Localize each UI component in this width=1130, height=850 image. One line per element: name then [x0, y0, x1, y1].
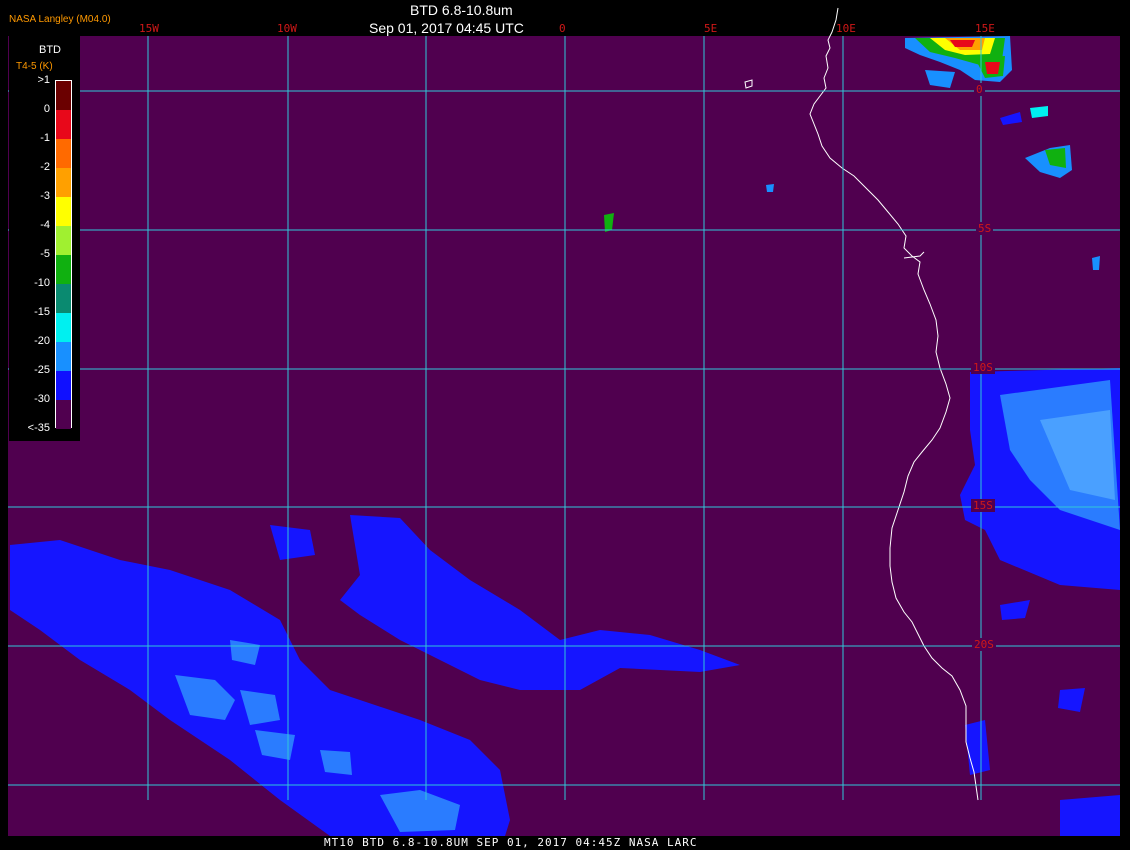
lon-label-10w: 10W — [277, 22, 297, 35]
lat-label-10s: 10S — [971, 361, 995, 374]
legend-swatch — [56, 255, 71, 284]
legend-colorbar — [55, 80, 72, 429]
legend-swatch — [56, 313, 71, 342]
legend-tick-label: -25 — [34, 364, 50, 376]
legend-swatch — [56, 371, 71, 400]
legend-tick-label: -4 — [40, 219, 50, 231]
lon-label-0: 0 — [559, 22, 566, 35]
lat-label-5s: 5S — [976, 222, 994, 235]
footer-caption: MT10 BTD 6.8-10.8UM SEP 01, 2017 04:45Z … — [324, 836, 698, 849]
legend-swatch — [56, 400, 71, 429]
legend-swatch — [56, 81, 71, 110]
legend-tick-label: -30 — [34, 393, 50, 405]
legend-tick-label: <-35 — [27, 422, 50, 434]
legend-swatch — [56, 197, 71, 226]
credit-label: NASA Langley (M04.0) — [9, 14, 111, 25]
legend-tick-label: -3 — [40, 190, 50, 202]
lon-label-10e: 10E — [836, 22, 856, 35]
legend-tick-label: -15 — [34, 306, 50, 318]
product-title: BTD 6.8-10.8um — [410, 2, 513, 18]
legend-units: T4-5 (K) — [16, 61, 53, 72]
lon-label-15e: 15E — [975, 22, 995, 35]
color-legend: BTD T4-5 (K) >1 0 -1 -2 -3 -4 -5 -10 -15 -20 -25 -3… — [9, 36, 80, 441]
legend-swatch — [56, 342, 71, 371]
legend-tick-label: -20 — [34, 335, 50, 347]
legend-tick-label: -1 — [40, 132, 50, 144]
lat-label-20s: 20S — [972, 638, 996, 651]
lon-label-5e: 5E — [704, 22, 718, 35]
legend-tick-label: >1 — [37, 74, 50, 86]
lon-label-15w: 15W — [139, 22, 159, 35]
legend-tick-label: -10 — [34, 277, 50, 289]
legend-title: BTD — [39, 44, 61, 56]
legend-swatch — [56, 139, 71, 168]
legend-tick-label: 0 — [43, 103, 50, 115]
lat-label-0: 0 — [974, 83, 985, 96]
legend-swatch — [56, 168, 71, 197]
legend-tick-label: -2 — [40, 161, 50, 173]
legend-swatch — [56, 226, 71, 255]
legend-swatch — [56, 110, 71, 139]
legend-swatch — [56, 284, 71, 313]
lat-label-15s: 15S — [971, 499, 995, 512]
legend-tick-label: -5 — [40, 248, 50, 260]
satellite-map — [0, 0, 1130, 850]
timestamp: Sep 01, 2017 04:45 UTC — [369, 20, 524, 36]
